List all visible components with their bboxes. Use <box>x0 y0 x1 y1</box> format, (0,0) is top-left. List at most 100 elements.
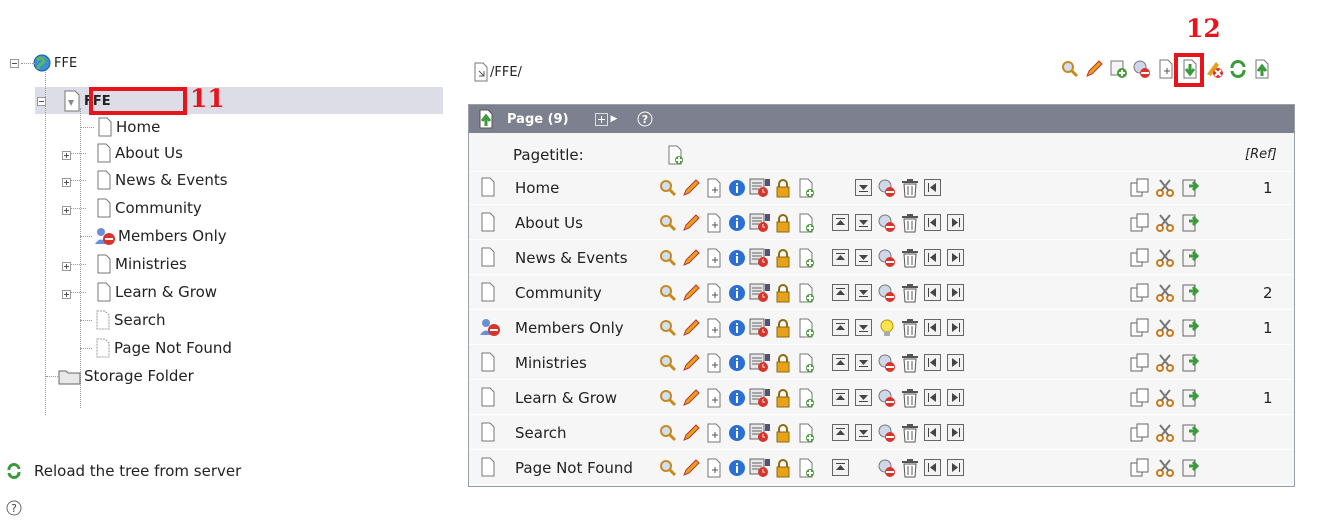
pencil-icon[interactable] <box>680 352 701 374</box>
collapse-icon[interactable] <box>10 58 19 68</box>
move-left-button[interactable] <box>922 387 943 409</box>
pencil-icon[interactable] <box>680 317 701 339</box>
lock-icon[interactable] <box>772 247 793 269</box>
move-up-button[interactable] <box>830 212 851 234</box>
move-page-icon[interactable] <box>703 387 724 409</box>
lock-icon[interactable] <box>772 387 793 409</box>
expand-icon[interactable] <box>62 177 71 187</box>
page-icon[interactable] <box>479 387 497 411</box>
pencil-icon[interactable] <box>680 387 701 409</box>
lock-icon[interactable] <box>772 352 793 374</box>
new-page-after-icon[interactable] <box>795 212 816 234</box>
move-page-icon[interactable] <box>703 352 724 374</box>
copy-icon[interactable] <box>1129 317 1150 339</box>
page-title[interactable]: Home <box>515 179 559 197</box>
history-icon[interactable] <box>749 352 770 374</box>
expand-icon[interactable] <box>62 150 71 160</box>
page-title[interactable]: Ministries <box>515 354 587 372</box>
move-up-button[interactable] <box>830 282 851 304</box>
unhide-icon[interactable] <box>876 317 897 339</box>
move-right-button[interactable] <box>945 212 966 234</box>
history-icon[interactable] <box>749 177 770 199</box>
move-right-button[interactable] <box>945 457 966 479</box>
copy-icon[interactable] <box>1129 282 1150 304</box>
paste-icon[interactable] <box>1179 282 1200 304</box>
page-title[interactable]: Community <box>515 284 602 302</box>
cut-icon[interactable] <box>1154 457 1175 479</box>
history-icon[interactable] <box>749 282 770 304</box>
move-right-button[interactable] <box>945 282 966 304</box>
tree-item-ministries[interactable]: Ministries <box>62 251 187 277</box>
copy-icon[interactable] <box>1129 387 1150 409</box>
move-left-button[interactable] <box>922 282 943 304</box>
new-page-after-icon[interactable] <box>795 247 816 269</box>
page-title[interactable]: Search <box>515 424 567 442</box>
search-icon[interactable] <box>657 457 678 479</box>
move-up-button[interactable] <box>830 422 851 444</box>
cut-icon[interactable] <box>1154 177 1175 199</box>
move-up-button[interactable] <box>830 387 851 409</box>
page-icon[interactable] <box>479 247 497 271</box>
expand-icon[interactable] <box>62 205 71 215</box>
info-icon[interactable] <box>726 212 747 234</box>
page-icon[interactable] <box>479 212 497 236</box>
expand-icon[interactable] <box>62 261 71 271</box>
move-right-button[interactable] <box>945 387 966 409</box>
page-title[interactable]: About Us <box>515 214 583 232</box>
move-up-button[interactable] <box>830 317 851 339</box>
move-down-button[interactable] <box>853 247 874 269</box>
trash-icon[interactable] <box>899 352 920 374</box>
move-down-button[interactable] <box>853 352 874 374</box>
move-up-button[interactable] <box>830 352 851 374</box>
hide-icon[interactable] <box>876 282 897 304</box>
move-down-button[interactable] <box>853 317 874 339</box>
page-title[interactable]: Members Only <box>515 319 624 337</box>
collapse-icon[interactable] <box>37 96 46 106</box>
search-icon[interactable] <box>657 247 678 269</box>
tree-item-members-only[interactable]: Members Only <box>80 223 227 249</box>
move-page-icon[interactable] <box>703 282 724 304</box>
move-page-icon[interactable] <box>703 177 724 199</box>
paste-icon[interactable] <box>1179 317 1200 339</box>
move-right-button[interactable] <box>945 247 966 269</box>
info-icon[interactable] <box>726 282 747 304</box>
export-page-icon[interactable] <box>1174 53 1204 87</box>
tree-item-page-not-found[interactable]: Page Not Found <box>80 335 232 361</box>
new-page-after-icon[interactable] <box>795 317 816 339</box>
tree-item-community[interactable]: Community <box>62 195 202 221</box>
copy-icon[interactable] <box>1129 352 1150 374</box>
new-page-after-icon[interactable] <box>795 457 816 479</box>
search-icon[interactable] <box>1060 58 1080 80</box>
hide-icon[interactable] <box>876 352 897 374</box>
paste-icon[interactable] <box>1179 212 1200 234</box>
history-icon[interactable] <box>749 212 770 234</box>
move-left-button[interactable] <box>922 457 943 479</box>
move-up-button[interactable] <box>830 247 851 269</box>
paste-icon[interactable] <box>1179 422 1200 444</box>
page-icon[interactable] <box>479 177 497 201</box>
hide-icon[interactable] <box>876 457 897 479</box>
cut-icon[interactable] <box>1154 387 1175 409</box>
paste-icon[interactable] <box>1179 177 1200 199</box>
search-icon[interactable] <box>657 387 678 409</box>
page-icon[interactable] <box>479 422 497 446</box>
clear-cache-icon[interactable] <box>1204 58 1224 80</box>
copy-icon[interactable] <box>1129 457 1150 479</box>
hide-icon[interactable] <box>876 387 897 409</box>
trash-icon[interactable] <box>899 457 920 479</box>
copy-icon[interactable] <box>1129 212 1150 234</box>
pencil-icon[interactable] <box>680 422 701 444</box>
hide-icon[interactable] <box>876 212 897 234</box>
hide-icon[interactable] <box>876 422 897 444</box>
new-page-after-icon[interactable] <box>795 387 816 409</box>
info-icon[interactable] <box>726 247 747 269</box>
move-left-button[interactable] <box>922 247 943 269</box>
lock-icon[interactable] <box>772 177 793 199</box>
page-title[interactable]: News & Events <box>515 249 628 267</box>
history-icon[interactable] <box>749 457 770 479</box>
paste-icon[interactable] <box>1179 247 1200 269</box>
move-page-icon[interactable] <box>703 422 724 444</box>
page-up-icon[interactable] <box>477 109 495 129</box>
history-icon[interactable] <box>749 387 770 409</box>
move-left-button[interactable] <box>922 352 943 374</box>
